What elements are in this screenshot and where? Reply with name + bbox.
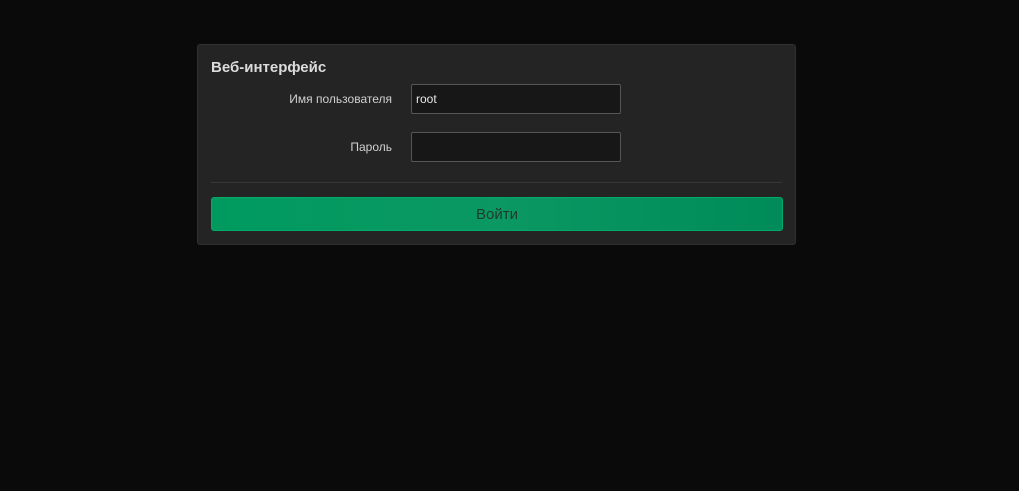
- password-row: Пароль: [198, 132, 795, 162]
- login-button[interactable]: Войти: [211, 197, 783, 231]
- panel-title: Веб-интерфейс: [211, 59, 327, 76]
- login-panel: Веб-интерфейс Имя пользователя Пароль Во…: [197, 44, 796, 245]
- username-row: Имя пользователя: [198, 84, 795, 114]
- username-input[interactable]: [411, 84, 621, 114]
- password-input[interactable]: [411, 132, 621, 162]
- username-label: Имя пользователя: [289, 92, 392, 106]
- form-divider: [211, 182, 782, 183]
- password-label: Пароль: [350, 140, 392, 154]
